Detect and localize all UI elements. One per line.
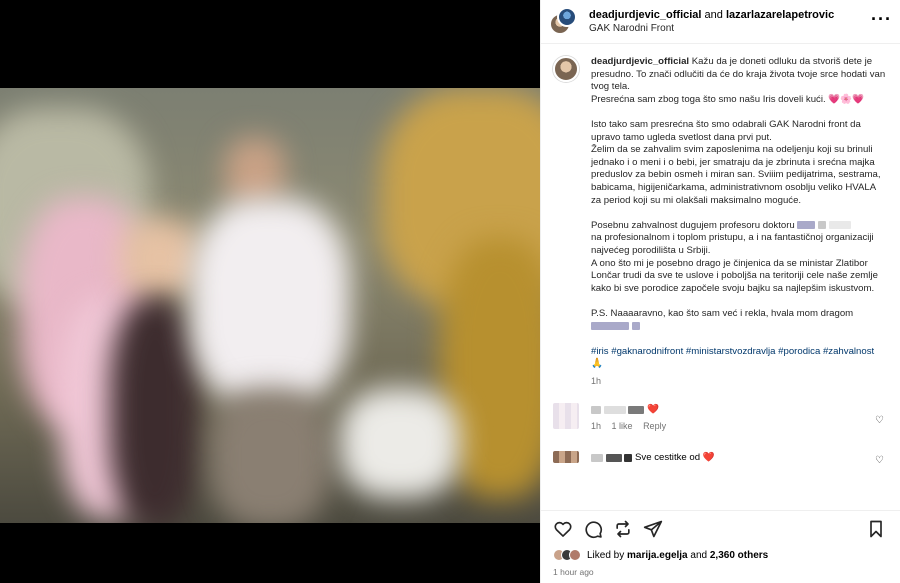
caption-time: 1h [591, 375, 602, 386]
header-username-2[interactable]: lazarlazarelapetrovic [726, 9, 834, 21]
post-footer: Liked by marija.egelja and 2,360 others … [541, 510, 900, 583]
redacted-username [591, 405, 601, 414]
heart-emoji: ❤️ [647, 404, 659, 416]
redacted-name [828, 221, 851, 230]
like-comment-icon[interactable]: ♡ [875, 415, 884, 426]
comment-likes[interactable]: 1 like [612, 421, 633, 431]
post-panel: deadjurdjevic_official and lazarlazarela… [540, 0, 900, 583]
redacted-name [797, 221, 816, 230]
likes-and: and [690, 549, 708, 561]
avatar[interactable] [553, 56, 579, 82]
post-photo-blurred [0, 88, 540, 523]
more-options-icon[interactable]: ··· [871, 10, 892, 28]
caption-p4: P.S. Naaaaravno, kao što sam već i rekla… [591, 307, 854, 319]
redacted-username [605, 453, 622, 462]
likes-summary: Liked by marija.egelja and 2,360 others [541, 547, 900, 563]
collab-avatars[interactable] [549, 6, 581, 37]
caption-username[interactable]: deadjurdjevic_official [591, 56, 689, 67]
like-comment-icon[interactable]: ♡ [875, 455, 884, 466]
redacted-name [818, 221, 827, 230]
redacted-mention [631, 321, 640, 330]
like-icon[interactable] [549, 515, 577, 543]
hashtags[interactable]: #iris #gaknarodnifront #ministarstvozdra… [591, 346, 874, 370]
caption-text: deadjurdjevic_official Kažu da je doneti… [591, 56, 886, 387]
comment-time: 1h [591, 421, 602, 432]
likes-count[interactable]: 2,360 others [710, 550, 768, 561]
avatar [557, 6, 577, 27]
avatar[interactable] [553, 451, 579, 464]
header-username-1[interactable]: deadjurdjevic_official [589, 9, 701, 21]
location-link[interactable]: GAK Narodni Front [589, 22, 834, 36]
share-icon[interactable] [639, 515, 667, 543]
post-media[interactable] [0, 0, 540, 583]
header-text: deadjurdjevic_official and lazarlazarela… [589, 8, 834, 36]
caption-p1b: Presrećna sam zbog toga što smo našu Iri… [591, 93, 865, 105]
caption-p3b: na profesionalnom i toplom pristupu, a i… [591, 232, 874, 256]
liked-by-label: Liked by [587, 549, 625, 561]
post-timestamp[interactable]: 1 hour ago [541, 563, 900, 577]
save-icon[interactable] [862, 515, 890, 543]
avatar [569, 549, 581, 561]
caption-row: deadjurdjevic_official Kažu da je doneti… [553, 56, 886, 387]
liker-username[interactable]: marija.egelja [627, 550, 688, 561]
heart-emoji: ❤️ [702, 452, 715, 464]
post-header: deadjurdjevic_official and lazarlazarela… [541, 0, 900, 44]
action-bar [541, 511, 900, 547]
repost-icon[interactable] [609, 515, 637, 543]
header-and: and [704, 8, 723, 21]
comment-text: Sve cestitke od [635, 452, 701, 464]
redacted-username [624, 453, 633, 462]
caption-p3c: A ono što mi je posebno drago je činjeni… [591, 257, 878, 294]
caption-p2b: Želim da se zahvalim svim zaposlenima na… [591, 144, 881, 206]
caption-p3a: Posebnu zahvalnost dugujem profesoru dok… [591, 219, 795, 231]
comment-icon[interactable] [579, 515, 607, 543]
comments-scroll[interactable]: deadjurdjevic_official Kažu da je doneti… [541, 44, 900, 510]
avatar[interactable] [553, 403, 579, 430]
comment-item: Sve cestitke od ❤️ ♡ [553, 451, 886, 466]
redacted-username [628, 405, 645, 414]
reply-button[interactable]: Reply [643, 421, 666, 431]
redacted-username [591, 453, 603, 462]
redacted-mention [591, 321, 629, 330]
comment-item: ❤️ 1h 1 like Reply ♡ [553, 403, 886, 433]
caption-p2: Isto tako sam presrećna što smo odabrali… [591, 118, 861, 143]
redacted-username [603, 405, 626, 414]
